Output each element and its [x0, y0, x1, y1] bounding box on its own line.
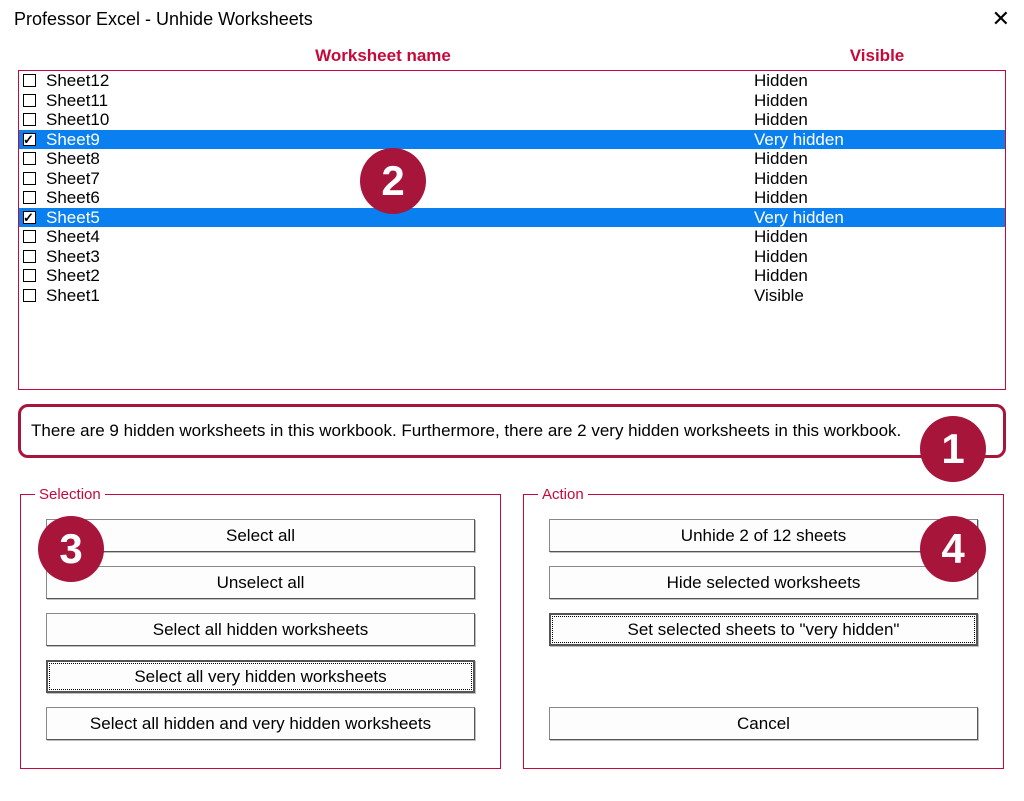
list-item[interactable]: Sheet4Hidden [19, 227, 1005, 247]
title-bar: Professor Excel - Unhide Worksheets ✕ [0, 0, 1024, 40]
list-item[interactable]: Sheet2Hidden [19, 266, 1005, 286]
sheet-visibility: Hidden [754, 266, 1005, 286]
sheet-name: Sheet12 [46, 71, 754, 91]
sheet-name: Sheet1 [46, 286, 754, 306]
action-legend: Action [538, 486, 588, 503]
col-header-visible: Visible [748, 46, 1006, 66]
col-header-name: Worksheet name [18, 46, 748, 66]
list-item[interactable]: Sheet8Hidden [19, 149, 1005, 169]
list-item[interactable]: Sheet7Hidden [19, 169, 1005, 189]
sheet-name: Sheet10 [46, 110, 754, 130]
sheet-visibility: Very hidden [754, 208, 1005, 228]
unselect-all-button[interactable]: Unselect all [46, 566, 474, 599]
checkbox-icon[interactable] [23, 172, 36, 185]
sheet-visibility: Visible [754, 286, 1005, 306]
sheet-visibility: Hidden [754, 169, 1005, 189]
annotation-badge-2: 2 [360, 148, 426, 214]
annotation-badge-4: 4 [920, 516, 986, 582]
select-hidden-button[interactable]: Select all hidden worksheets [46, 613, 474, 646]
sheet-visibility: Hidden [754, 110, 1005, 130]
list-item[interactable]: Sheet3Hidden [19, 247, 1005, 267]
sheet-visibility: Hidden [754, 247, 1005, 267]
set-very-hidden-button[interactable]: Set selected sheets to "very hidden" [549, 613, 977, 646]
checkbox-icon[interactable] [23, 230, 36, 243]
list-item[interactable]: Sheet11Hidden [19, 91, 1005, 111]
sheet-visibility: Hidden [754, 71, 1005, 91]
spacer [538, 660, 989, 707]
sheet-visibility: Hidden [754, 227, 1005, 247]
annotation-badge-3: 3 [38, 516, 104, 582]
sheet-name: Sheet11 [46, 91, 754, 111]
cancel-button[interactable]: Cancel [549, 707, 977, 740]
list-item[interactable]: Sheet12Hidden [19, 71, 1005, 91]
status-text: There are 9 hidden worksheets in this wo… [18, 404, 1006, 458]
checkbox-icon[interactable] [23, 289, 36, 302]
list-item[interactable]: Sheet6Hidden [19, 188, 1005, 208]
list-item[interactable]: Sheet9Very hidden [19, 130, 1005, 150]
checkbox-icon[interactable] [23, 211, 36, 224]
list-item[interactable]: Sheet10Hidden [19, 110, 1005, 130]
sheet-name: Sheet2 [46, 266, 754, 286]
checkbox-icon[interactable] [23, 269, 36, 282]
sheet-visibility: Hidden [754, 91, 1005, 111]
worksheet-list[interactable]: Sheet12HiddenSheet11HiddenSheet10HiddenS… [18, 70, 1006, 390]
window-title: Professor Excel - Unhide Worksheets [14, 9, 313, 30]
sheet-name: Sheet9 [46, 130, 754, 150]
checkbox-icon[interactable] [23, 133, 36, 146]
sheet-name: Sheet4 [46, 227, 754, 247]
select-hidden-and-very-hidden-button[interactable]: Select all hidden and very hidden worksh… [46, 707, 474, 740]
column-headers: Worksheet name Visible [18, 40, 1006, 70]
sheet-visibility: Very hidden [754, 130, 1005, 150]
list-item[interactable]: Sheet5Very hidden [19, 208, 1005, 228]
select-very-hidden-button[interactable]: Select all very hidden worksheets [46, 660, 474, 693]
sheet-visibility: Hidden [754, 188, 1005, 208]
selection-legend: Selection [35, 486, 105, 503]
sheet-name: Sheet3 [46, 247, 754, 267]
sheet-visibility: Hidden [754, 149, 1005, 169]
checkbox-icon[interactable] [23, 152, 36, 165]
select-all-button[interactable]: Select all [46, 519, 474, 552]
checkbox-icon[interactable] [23, 74, 36, 87]
hide-button[interactable]: Hide selected worksheets [549, 566, 977, 599]
annotation-badge-1: 1 [920, 416, 986, 482]
close-icon[interactable]: ✕ [992, 8, 1010, 30]
list-item[interactable]: Sheet1Visible [19, 286, 1005, 306]
unhide-button[interactable]: Unhide 2 of 12 sheets [549, 519, 977, 552]
checkbox-icon[interactable] [23, 94, 36, 107]
checkbox-icon[interactable] [23, 191, 36, 204]
checkbox-icon[interactable] [23, 250, 36, 263]
checkbox-icon[interactable] [23, 113, 36, 126]
